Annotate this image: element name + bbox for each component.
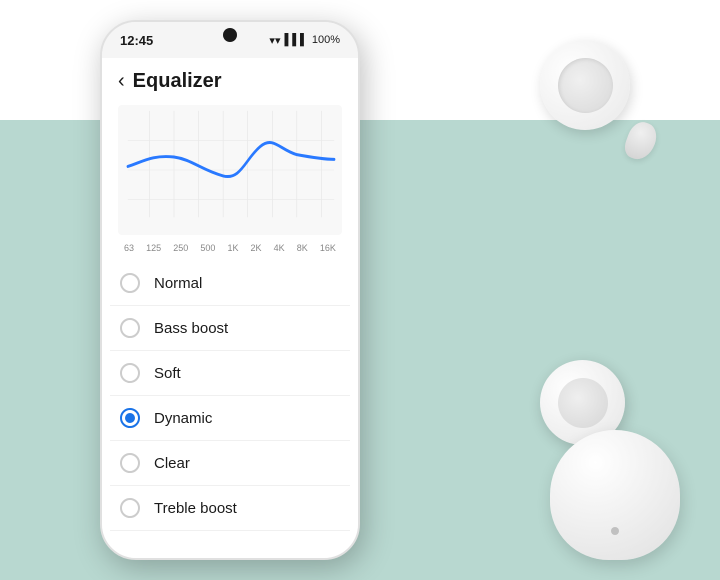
freq-16k: 16K xyxy=(320,243,336,253)
option-normal[interactable]: Normal xyxy=(110,261,350,306)
status-icons: ▾▾ ▌▌▌ 100% xyxy=(269,34,340,47)
radio-dynamic[interactable] xyxy=(120,408,140,428)
option-treble-boost[interactable]: Treble boost xyxy=(110,486,350,531)
status-time: 12:45 xyxy=(120,33,153,48)
radio-dot-dynamic xyxy=(125,413,135,423)
option-soft-label: Soft xyxy=(154,365,181,382)
freq-125: 125 xyxy=(146,243,161,253)
case-dot xyxy=(611,527,619,535)
earbud-circle xyxy=(540,40,630,130)
scene: 12:45 ▾▾ ▌▌▌ 100% ‹ Equalizer xyxy=(0,0,720,580)
freq-4k: 4K xyxy=(274,243,285,253)
radio-bass-boost[interactable] xyxy=(120,318,140,338)
equalizer-options: Normal Bass boost Soft Dynamic xyxy=(102,261,358,531)
option-dynamic[interactable]: Dynamic xyxy=(110,396,350,441)
option-bass-boost[interactable]: Bass boost xyxy=(110,306,350,351)
option-clear[interactable]: Clear xyxy=(110,441,350,486)
eq-svg xyxy=(118,105,342,235)
radio-treble-boost[interactable] xyxy=(120,498,140,518)
app-header: ‹ Equalizer xyxy=(102,58,358,101)
option-clear-label: Clear xyxy=(154,455,190,472)
battery-icon: 100% xyxy=(312,34,340,46)
earbud-inner xyxy=(558,58,613,113)
earbud-tip xyxy=(621,118,660,163)
option-treble-boost-label: Treble boost xyxy=(154,500,237,517)
radio-clear[interactable] xyxy=(120,453,140,473)
freq-2k: 2K xyxy=(251,243,262,253)
back-button[interactable]: ‹ xyxy=(118,70,125,93)
freq-1k: 1K xyxy=(227,243,238,253)
page-title: Equalizer xyxy=(133,70,222,93)
radio-normal[interactable] xyxy=(120,273,140,293)
radio-soft[interactable] xyxy=(120,363,140,383)
freq-250: 250 xyxy=(173,243,188,253)
option-soft[interactable]: Soft xyxy=(110,351,350,396)
eq-chart xyxy=(118,105,342,235)
case-body xyxy=(550,430,680,560)
phone-notch xyxy=(223,28,237,42)
wifi-icon: ▾▾ xyxy=(269,34,280,47)
option-normal-label: Normal xyxy=(154,275,202,292)
status-bar: 12:45 ▾▾ ▌▌▌ 100% xyxy=(102,22,358,58)
freq-63: 63 xyxy=(124,243,134,253)
freq-500: 500 xyxy=(200,243,215,253)
signal-icon: ▌▌▌ xyxy=(284,34,307,46)
eq-frequency-labels: 63 125 250 500 1K 2K 4K 8K 16K xyxy=(102,243,358,253)
earbud-mid-inner xyxy=(558,378,608,428)
option-dynamic-label: Dynamic xyxy=(154,410,212,427)
earbud-case-area xyxy=(530,360,690,560)
earbud-top-right xyxy=(540,40,660,180)
freq-8k: 8K xyxy=(297,243,308,253)
phone: 12:45 ▾▾ ▌▌▌ 100% ‹ Equalizer xyxy=(100,20,360,560)
phone-screen: ‹ Equalizer xyxy=(102,58,358,558)
option-bass-boost-label: Bass boost xyxy=(154,320,228,337)
